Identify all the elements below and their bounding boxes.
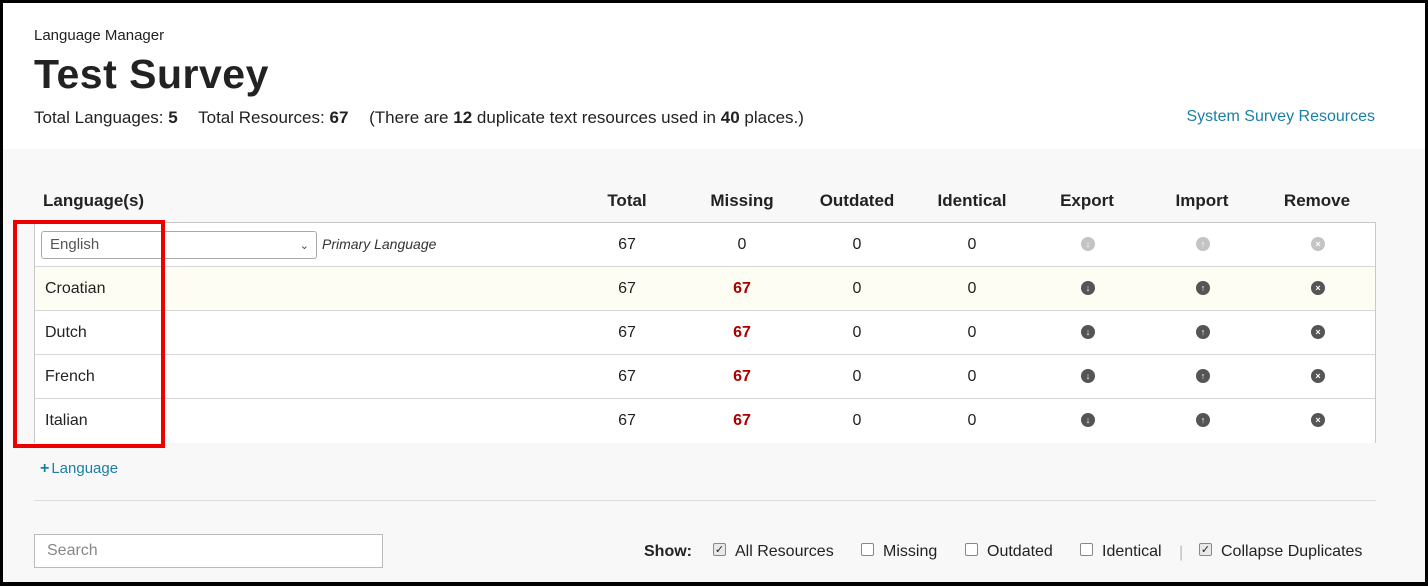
table-row: Italian 67 67 0 0 ↓ ↑ × — [35, 399, 1375, 443]
survey-stats: Total Languages: 5 Total Resources: 67 (… — [34, 108, 804, 128]
language-table-section: Language(s) Total Missing Outdated Ident… — [3, 149, 1425, 582]
language-name: French — [45, 368, 95, 385]
cell-missing: 67 — [733, 412, 751, 429]
system-survey-resources-link[interactable]: System Survey Resources — [1186, 108, 1375, 126]
checkbox-icon[interactable] — [965, 542, 978, 556]
primary-language-tag: Primary Language — [322, 236, 437, 252]
column-header-import: Import — [1175, 191, 1229, 210]
filter-outdated[interactable]: Outdated — [965, 542, 1053, 561]
checkbox-checked-icon[interactable]: ✓ — [1199, 542, 1212, 556]
duplicate-places: 40 — [720, 108, 740, 127]
cell-total: 67 — [618, 324, 636, 341]
export-icon[interactable]: ↓ — [1081, 281, 1095, 295]
remove-icon[interactable]: × — [1311, 413, 1325, 427]
table-row: Dutch 67 67 0 0 ↓ ↑ × — [35, 311, 1375, 355]
remove-icon[interactable]: × — [1311, 325, 1325, 339]
language-name: Italian — [45, 412, 88, 429]
table-row-primary: English ⌄ Primary Language 67 0 0 0 ↓ ↑ … — [35, 223, 1375, 267]
filter-label: All Resources — [735, 543, 834, 560]
cell-total: 67 — [618, 412, 636, 429]
remove-icon: × — [1311, 237, 1325, 251]
duplicate-middle: duplicate text resources used in — [476, 108, 716, 127]
cell-total: 67 — [618, 280, 636, 297]
page-header: Language Manager Test Survey Total Langu… — [3, 3, 1425, 149]
filter-collapse-duplicates[interactable]: ✓ Collapse Duplicates — [1199, 542, 1363, 561]
import-icon[interactable]: ↑ — [1196, 413, 1210, 427]
page-title: Test Survey — [34, 51, 269, 97]
cell-outdated: 0 — [852, 368, 862, 385]
filter-all-resources[interactable]: ✓ All Resources — [713, 542, 834, 561]
import-icon[interactable]: ↑ — [1196, 325, 1210, 339]
search-input[interactable] — [34, 534, 383, 568]
remove-icon[interactable]: × — [1311, 369, 1325, 383]
total-languages-label: Total Languages: — [34, 108, 164, 127]
filter-separator: | — [1179, 544, 1184, 561]
total-resources-value: 67 — [329, 108, 349, 127]
import-icon[interactable]: ↑ — [1196, 369, 1210, 383]
remove-icon[interactable]: × — [1311, 281, 1325, 295]
cell-outdated: 0 — [852, 324, 862, 341]
cell-outdated: 0 — [852, 280, 862, 297]
table-row: Croatian 67 67 0 0 ↓ ↑ × — [35, 267, 1375, 311]
table-row: French 67 67 0 0 ↓ ↑ × — [35, 355, 1375, 399]
column-header-identical: Identical — [937, 191, 1007, 210]
cell-outdated: 0 — [852, 412, 862, 429]
duplicate-count: 12 — [453, 108, 473, 127]
plus-icon: + — [40, 460, 50, 477]
cell-missing: 67 — [733, 324, 751, 341]
duplicate-suffix: places.) — [744, 108, 804, 127]
total-languages-value: 5 — [168, 108, 178, 127]
cell-identical: 0 — [967, 324, 977, 341]
duplicate-prefix: (There are — [369, 108, 449, 127]
export-icon[interactable]: ↓ — [1081, 369, 1095, 383]
filter-label: Identical — [1102, 543, 1162, 560]
cell-identical: 0 — [967, 236, 977, 253]
total-resources-label: Total Resources: — [198, 108, 325, 127]
column-header-export: Export — [1060, 191, 1114, 210]
filter-label: Missing — [883, 543, 938, 560]
filter-label: Outdated — [987, 543, 1053, 560]
filter-identical[interactable]: Identical — [1080, 542, 1162, 561]
cell-total: 67 — [618, 368, 636, 385]
cell-identical: 0 — [967, 368, 977, 385]
chevron-down-icon: ⌄ — [299, 240, 309, 252]
cell-missing: 0 — [737, 236, 747, 253]
languages-table: English ⌄ Primary Language 67 0 0 0 ↓ ↑ … — [34, 222, 1376, 443]
import-icon[interactable]: ↑ — [1196, 281, 1210, 295]
filter-label: Collapse Duplicates — [1221, 543, 1363, 560]
divider — [34, 500, 1376, 501]
language-name: Croatian — [45, 280, 106, 297]
cell-missing: 67 — [733, 368, 751, 385]
export-icon[interactable]: ↓ — [1081, 325, 1095, 339]
cell-identical: 0 — [967, 412, 977, 429]
add-language-button[interactable]: + Language — [40, 460, 118, 478]
cell-total: 67 — [618, 236, 636, 253]
column-header-outdated: Outdated — [819, 191, 895, 210]
export-icon[interactable]: ↓ — [1081, 413, 1095, 427]
language-name: Dutch — [45, 324, 87, 341]
primary-language-select[interactable]: English ⌄ — [41, 231, 317, 259]
checkbox-icon[interactable] — [861, 542, 874, 556]
column-header-missing: Missing — [710, 191, 774, 210]
checkbox-checked-icon[interactable]: ✓ — [713, 542, 726, 556]
primary-language-value: English — [50, 236, 100, 253]
checkbox-icon[interactable] — [1080, 542, 1093, 556]
cell-outdated: 0 — [852, 236, 862, 253]
show-label: Show: — [644, 543, 692, 560]
cell-identical: 0 — [967, 280, 977, 297]
export-icon: ↓ — [1081, 237, 1095, 251]
add-language-label: Language — [51, 460, 119, 477]
page-kicker: Language Manager — [34, 27, 165, 44]
column-header-total: Total — [607, 191, 647, 210]
language-manager-window: Language Manager Test Survey Total Langu… — [3, 3, 1425, 582]
cell-missing: 67 — [733, 280, 751, 297]
column-header-remove: Remove — [1283, 191, 1351, 210]
import-icon: ↑ — [1196, 237, 1210, 251]
filter-missing[interactable]: Missing — [861, 542, 938, 561]
column-header-languages: Language(s) — [43, 191, 145, 210]
